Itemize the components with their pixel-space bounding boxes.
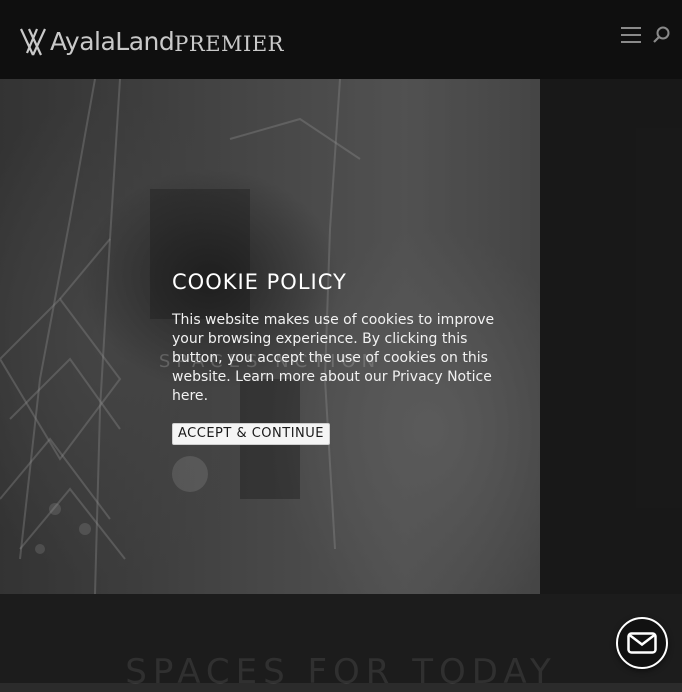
logo-mark-icon	[20, 28, 46, 56]
privacy-notice-link[interactable]: Privacy Notice	[392, 369, 492, 385]
hamburger-menu-icon[interactable]	[621, 27, 641, 43]
cookie-policy-title: COOKIE POLICY	[172, 270, 347, 294]
envelope-icon	[627, 632, 657, 654]
site-header: AyalaLand PREMIER	[0, 0, 682, 79]
here-link[interactable]: here	[172, 388, 204, 404]
accept-continue-button[interactable]: ACCEPT & CONTINUE	[172, 423, 330, 445]
cookie-policy-dialog: COOKIE POLICY This website makes use of …	[172, 270, 517, 445]
logo-text-main: AyalaLand	[50, 26, 175, 56]
cookie-text-learn-more: Learn more about our	[235, 369, 392, 385]
live-chat-button[interactable]	[616, 617, 668, 669]
logo-text-sub: PREMIER	[174, 32, 284, 56]
cookie-text-period: .	[203, 388, 209, 404]
cookie-policy-text: This website makes use of cookies to imp…	[172, 311, 517, 406]
search-icon[interactable]	[651, 25, 671, 45]
ayala-land-premier-logo[interactable]: AyalaLand PREMIER	[19, 24, 284, 58]
